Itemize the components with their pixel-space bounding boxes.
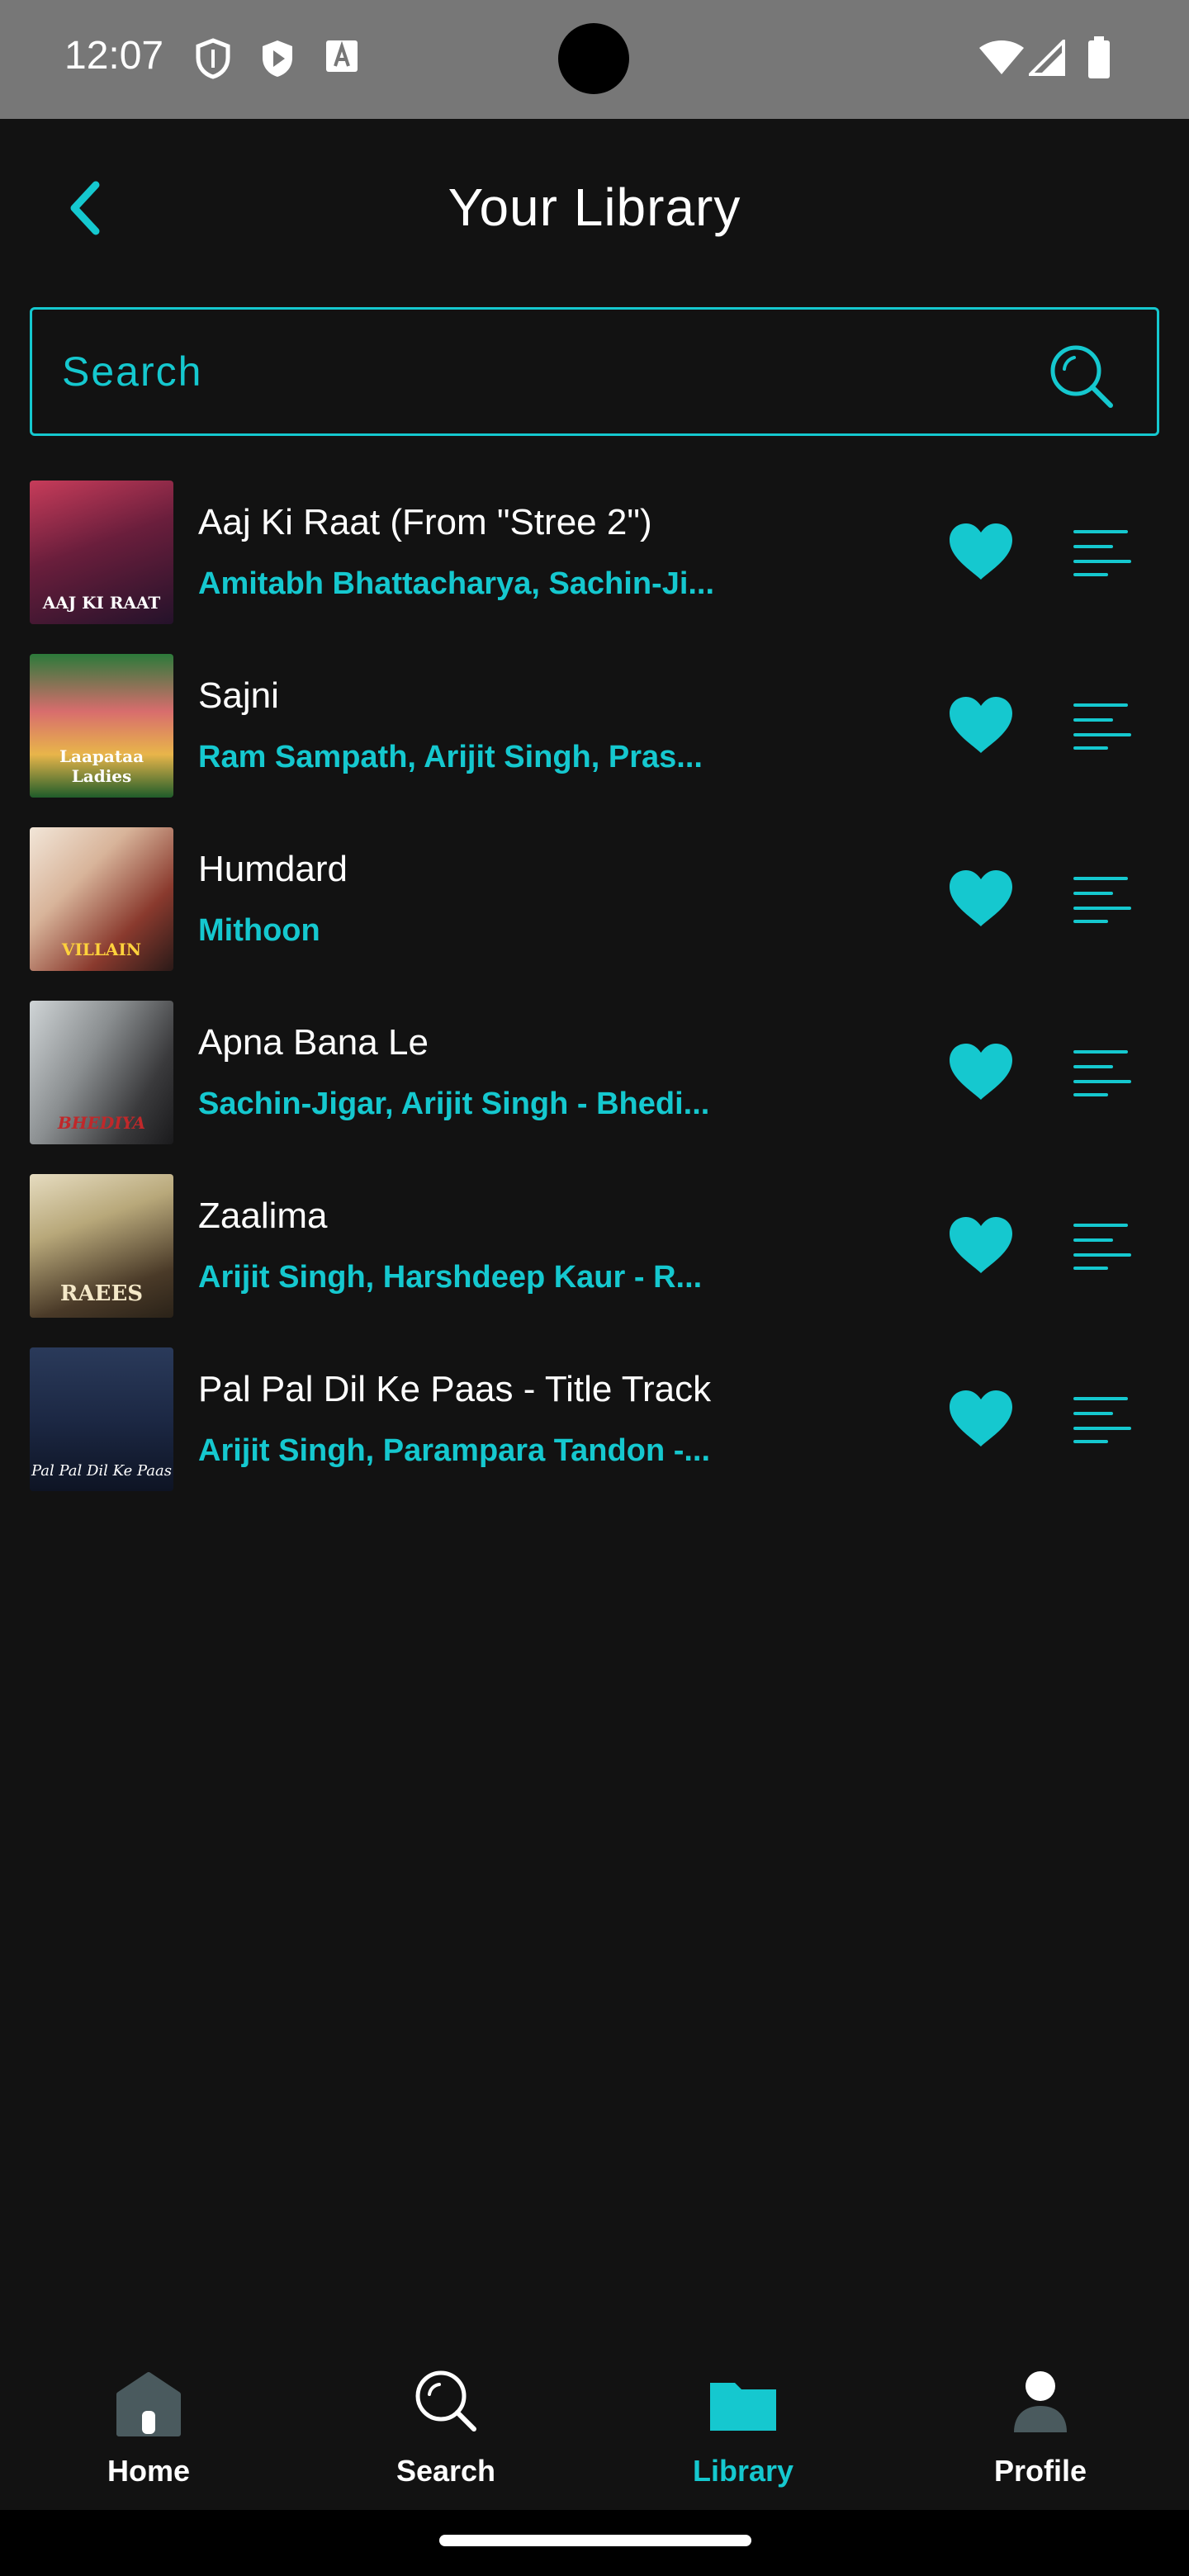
cover-text: AAJ KI RAAT xyxy=(42,593,161,613)
queue-menu-icon[interactable] xyxy=(1073,874,1131,925)
song-title: Humdard xyxy=(198,849,348,889)
nav-item-search[interactable]: Search xyxy=(322,2353,570,2493)
song-title: Zaalima xyxy=(198,1196,328,1236)
song-artist: Amitabh Bhattacharya, Sachin-Ji... xyxy=(198,566,715,601)
queue-menu-icon[interactable] xyxy=(1073,527,1131,578)
folder-icon xyxy=(710,2383,776,2431)
queue-menu-icon[interactable] xyxy=(1073,1047,1131,1098)
nav-item-library[interactable]: Library xyxy=(619,2353,867,2493)
song-title: Sajni xyxy=(198,675,279,716)
album-cover: Laapataa Ladies xyxy=(30,654,173,798)
font-icon xyxy=(326,40,358,72)
song-row[interactable]: Pal Pal Dil Ke Paas Pal Pal Dil Ke Paas … xyxy=(0,1347,1189,1496)
nav-label: Profile xyxy=(993,2454,1087,2488)
song-row[interactable]: BHEDIYA Apna Bana Le Sachin-Jigar, Ariji… xyxy=(0,1001,1189,1149)
home-icon xyxy=(116,2372,181,2436)
queue-menu-icon[interactable] xyxy=(1073,1220,1131,1271)
album-cover: RAEES xyxy=(30,1174,173,1318)
wifi-icon xyxy=(979,40,1024,74)
search-box[interactable] xyxy=(30,307,1159,436)
song-artist: Arijit Singh, Harshdeep Kaur - R... xyxy=(198,1260,703,1295)
queue-menu-icon[interactable] xyxy=(1073,700,1131,751)
home-gesture-handle[interactable] xyxy=(439,2535,751,2546)
heart-icon[interactable] xyxy=(948,1042,1014,1101)
library-screen: 12:07 Your Library Search AAJ KI RAAT Aa… xyxy=(0,0,1189,2576)
album-cover: AAJ KI RAAT xyxy=(30,481,173,624)
search-icon xyxy=(415,2370,476,2432)
shield-icon xyxy=(196,38,230,79)
cover-text: BHEDIYA xyxy=(57,1113,146,1133)
heart-icon[interactable] xyxy=(948,1389,1014,1448)
heart-icon[interactable] xyxy=(948,695,1014,755)
cover-text: VILLAIN xyxy=(61,940,142,959)
cover-text: Laapataa Ladies xyxy=(59,746,144,786)
nav-label: Search xyxy=(396,2454,496,2488)
status-time: 12:07 xyxy=(64,34,164,78)
album-cover: BHEDIYA xyxy=(30,1001,173,1144)
song-artist: Ram Sampath, Arijit Singh, Pras... xyxy=(198,740,703,774)
heart-icon[interactable] xyxy=(948,869,1014,928)
bottom-nav: Home Search Library Profile xyxy=(0,2328,1189,2510)
gesture-bar xyxy=(0,2510,1189,2576)
signal-icon xyxy=(1029,40,1065,76)
cover-text: Pal Pal Dil Ke Paas xyxy=(31,1462,173,1480)
cover-text: RAEES xyxy=(59,1281,144,1306)
album-cover: VILLAIN xyxy=(30,827,173,971)
queue-menu-icon[interactable] xyxy=(1073,1394,1131,1445)
song-title: Pal Pal Dil Ke Paas - Title Track xyxy=(198,1369,712,1409)
song-row[interactable]: RAEES Zaalima Arijit Singh, Harshdeep Ka… xyxy=(0,1174,1189,1323)
nav-item-profile[interactable]: Profile xyxy=(917,2353,1164,2493)
album-cover: Pal Pal Dil Ke Paas xyxy=(30,1347,173,1491)
nav-label: Home xyxy=(107,2454,191,2488)
play-protect-icon xyxy=(263,40,292,77)
song-row[interactable]: Laapataa Ladies Sajni Ram Sampath, Ariji… xyxy=(0,654,1189,803)
search-input[interactable] xyxy=(62,310,1020,433)
song-artist: Mithoon xyxy=(198,913,320,948)
heart-icon[interactable] xyxy=(948,522,1014,581)
profile-icon xyxy=(1014,2371,1067,2432)
song-row[interactable]: VILLAIN Humdard Mithoon xyxy=(0,827,1189,976)
song-title: Apna Bana Le xyxy=(198,1022,429,1063)
status-bar: 12:07 xyxy=(0,0,1189,119)
nav-item-home[interactable]: Home xyxy=(25,2353,272,2493)
song-artist: Arijit Singh, Parampara Tandon -... xyxy=(198,1433,711,1468)
song-artist: Sachin-Jigar, Arijit Singh - Bhedi... xyxy=(198,1087,710,1121)
page-title: Your Library xyxy=(448,178,741,237)
search-icon[interactable] xyxy=(1046,341,1116,410)
camera-cutout xyxy=(558,23,629,94)
song-row[interactable]: AAJ KI RAAT Aaj Ki Raat (From "Stree 2")… xyxy=(0,481,1189,629)
battery-icon xyxy=(1088,36,1110,78)
song-title: Aaj Ki Raat (From "Stree 2") xyxy=(198,502,652,542)
nav-label: Library xyxy=(692,2454,794,2488)
heart-icon[interactable] xyxy=(948,1215,1014,1275)
